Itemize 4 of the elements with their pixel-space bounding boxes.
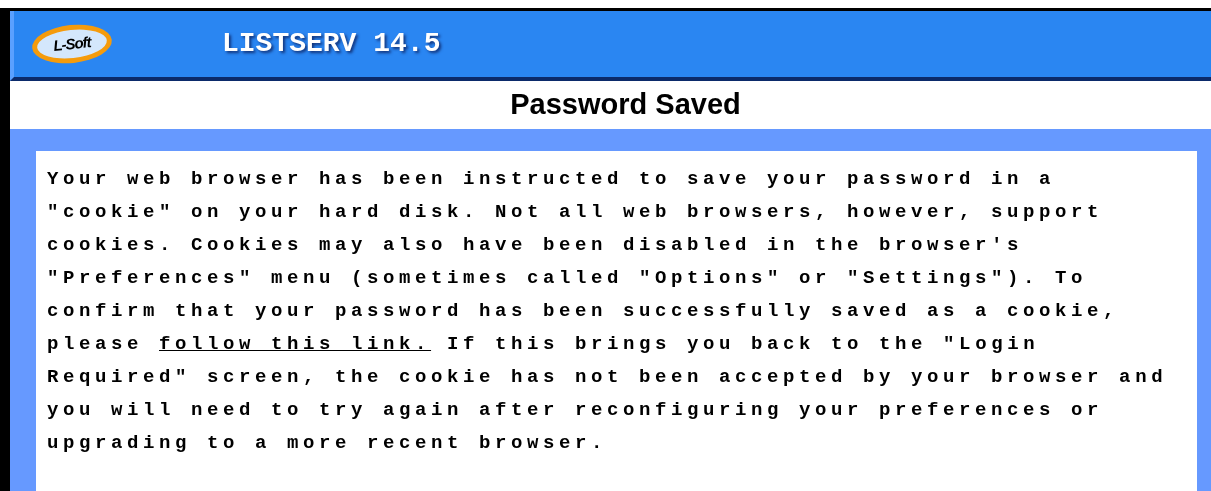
product-title: LISTSERV 14.5 <box>222 27 441 61</box>
message-paragraph: Your web browser has been instructed to save your password in a "cookie" on your hard disk. Not all web browsers, however, support cookies. Cookies may also have been disabled in the browser's "Preferences" menu (sometimes called "Options" or "Settings"). To confirm that your password has been successfully saved as a cookie, please follow this link. If this brings you back to the "Login Required" screen, the cookie has not been accepted by your browser and you will need to try again after reconfiguring your preferences or upgrading to a more recent browser. <box>47 167 1169 456</box>
follow-link[interactable]: follow this link. <box>159 333 432 355</box>
page-title: Password Saved <box>510 87 741 123</box>
